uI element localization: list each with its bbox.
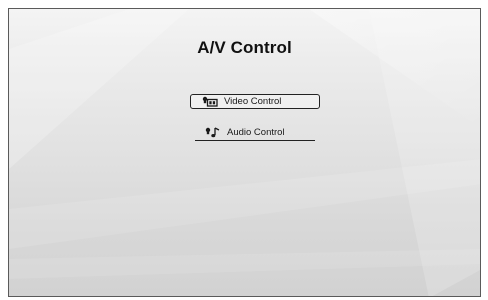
menu-item-video-control[interactable]: Video Control [190, 94, 320, 109]
av-control-screen: A/V Control Video Control Audio Control [8, 8, 481, 297]
audio-control-icon [205, 127, 221, 139]
video-control-icon [202, 96, 218, 108]
page-title: A/V Control [197, 38, 292, 57]
video-control-label: Video Control [224, 95, 282, 107]
audio-control-label: Audio Control [227, 127, 285, 138]
menu-item-audio-control[interactable]: Audio Control [195, 126, 315, 141]
